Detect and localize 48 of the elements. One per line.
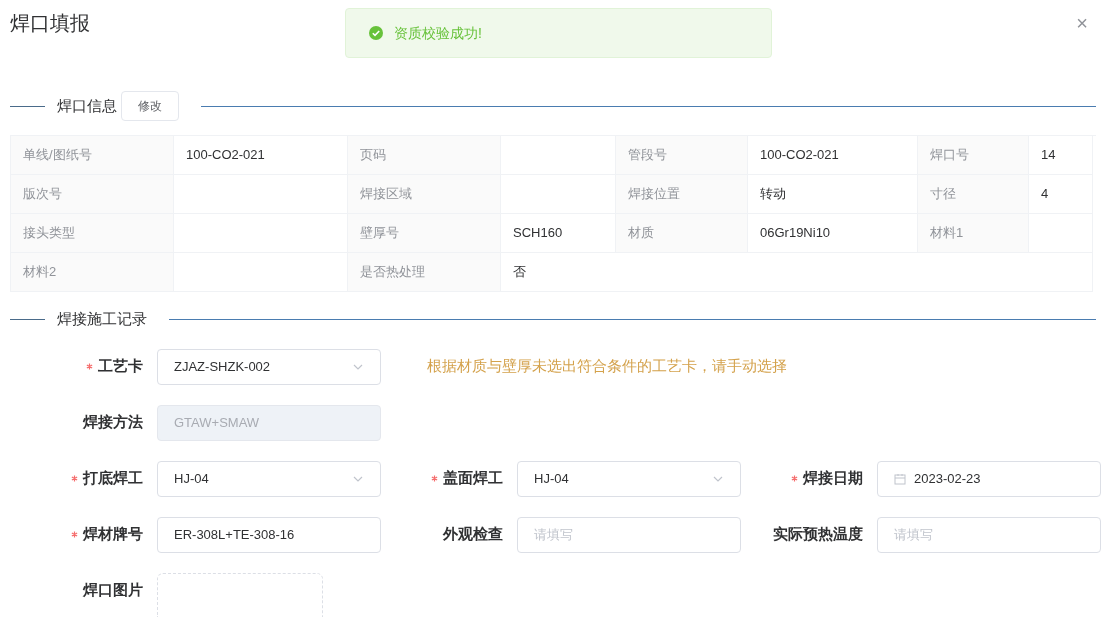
table-label-cell: 材质 xyxy=(616,214,748,253)
success-icon xyxy=(368,25,384,41)
table-label-cell: 页码 xyxy=(348,136,501,175)
table-label-cell: 焊接区域 xyxy=(348,175,501,214)
hint-text: 根据材质与壁厚未选出符合条件的工艺卡，请手动选择 xyxy=(427,356,787,377)
edit-button[interactable]: 修改 xyxy=(121,91,179,121)
select-field[interactable]: ZJAZ-SHZK-002 xyxy=(157,348,381,385)
field-label: 焊口图片 xyxy=(83,580,143,601)
select-field[interactable]: HJ-04 xyxy=(157,460,381,497)
table-label-cell: 是否热处理 xyxy=(348,253,501,292)
field-label: 焊接方法 xyxy=(83,412,143,433)
table-value-cell: 14 xyxy=(1029,136,1093,175)
table-label-cell: 壁厚号 xyxy=(348,214,501,253)
table-value-cell: 06Gr19Ni10 xyxy=(748,214,918,253)
table-value-cell: 否 xyxy=(501,253,1093,292)
table-value-cell: 100-CO2-021 xyxy=(748,136,918,175)
image-upload-area[interactable] xyxy=(157,572,323,617)
input-field[interactable]: ER-308L+TE-308-16 xyxy=(157,516,381,553)
table-label-cell: 管段号 xyxy=(616,136,748,175)
table-label-cell: 寸径 xyxy=(918,175,1029,214)
select-field[interactable]: HJ-04 xyxy=(517,460,741,497)
field-label: 焊材牌号 xyxy=(83,524,143,545)
table-label-cell: 版次号 xyxy=(11,175,174,214)
section-title: 焊口信息 xyxy=(57,95,117,116)
dialog-title: 焊口填报 xyxy=(10,11,90,36)
section-title: 焊接施工记录 xyxy=(57,309,147,329)
field-label: 打底焊工 xyxy=(83,468,143,489)
table-value-cell: SCH160 xyxy=(501,214,616,253)
table-value-cell: 4 xyxy=(1029,175,1093,214)
field-label: 焊接日期 xyxy=(803,468,863,489)
calendar-icon xyxy=(894,472,906,485)
table-label-cell: 材料2 xyxy=(11,253,174,292)
toast-message: 资质校验成功! xyxy=(394,23,482,43)
input-field: GTAW+SMAW xyxy=(157,404,381,441)
table-label-cell: 焊接位置 xyxy=(616,175,748,214)
input-field[interactable]: 请填写 xyxy=(517,516,741,553)
table-label-cell: 焊口号 xyxy=(918,136,1029,175)
input-field[interactable]: 请填写 xyxy=(877,516,1101,553)
table-label-cell: 接头类型 xyxy=(11,214,174,253)
table-label-cell: 单线/图纸号 xyxy=(11,136,174,175)
table-value-cell: 100-CO2-021 xyxy=(174,136,348,175)
table-label-cell: 材料1 xyxy=(918,214,1029,253)
field-label: 外观检查 xyxy=(443,524,503,545)
table-value-cell: 转动 xyxy=(748,175,918,214)
field-label: 实际预热温度 xyxy=(773,524,863,545)
date-field[interactable]: 2023-02-23 xyxy=(877,460,1101,497)
field-label: 工艺卡 xyxy=(98,356,143,377)
field-label: 盖面焊工 xyxy=(443,468,503,489)
